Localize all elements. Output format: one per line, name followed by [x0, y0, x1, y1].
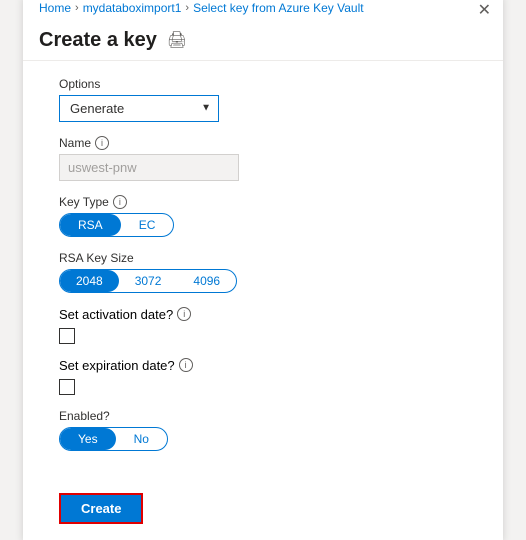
options-field: Options Generate Import Restore from Bac… [59, 77, 467, 122]
enabled-toggle-group: Yes No [59, 427, 168, 451]
key-type-rsa-button[interactable]: RSA [60, 214, 121, 236]
key-type-info-icon[interactable]: i [113, 195, 127, 209]
rsa-size-toggle-group: 2048 3072 4096 [59, 269, 237, 293]
rsa-size-3072-button[interactable]: 3072 [119, 270, 178, 292]
activation-label-row: Set activation date? i [59, 307, 467, 322]
header-row: Create a key 🖨 [23, 19, 503, 60]
enabled-no-button[interactable]: No [116, 428, 167, 450]
key-type-toggle-group: RSA EC [59, 213, 174, 237]
key-type-label: Key Type [59, 195, 109, 209]
rsa-size-4096-button[interactable]: 4096 [177, 270, 236, 292]
rsa-size-2048-button[interactable]: 2048 [60, 270, 119, 292]
activation-label: Set activation date? [59, 307, 173, 322]
expiration-info-icon[interactable]: i [179, 358, 193, 372]
footer: Create [23, 481, 503, 540]
breadcrumb-home[interactable]: Home [39, 1, 71, 15]
key-type-ec-button[interactable]: EC [121, 214, 174, 236]
breadcrumb-sep-1: › [75, 2, 79, 14]
expiration-date-field: Set expiration date? i [59, 358, 467, 395]
breadcrumb: Home › mydataboximport1 › Select key fro… [23, 0, 503, 19]
form-body: Options Generate Import Restore from Bac… [23, 77, 503, 481]
enabled-label: Enabled? [59, 409, 467, 423]
header-divider [23, 60, 503, 61]
options-select-wrapper: Generate Import Restore from Backup ▼ [59, 95, 219, 122]
print-icon[interactable]: 🖨 [167, 30, 187, 50]
page-title: Create a key [39, 29, 157, 52]
activation-checkbox[interactable] [59, 328, 75, 344]
create-button[interactable]: Create [59, 493, 143, 524]
name-label-row: Name i [59, 136, 467, 150]
name-field: Name i [59, 136, 467, 181]
enabled-yes-button[interactable]: Yes [60, 428, 116, 450]
name-info-icon[interactable]: i [95, 136, 109, 150]
key-type-label-row: Key Type i [59, 195, 467, 209]
activation-info-icon[interactable]: i [177, 307, 191, 321]
expiration-label-row: Set expiration date? i [59, 358, 467, 373]
breadcrumb-current: Select key from Azure Key Vault [193, 1, 364, 15]
rsa-key-size-label: RSA Key Size [59, 251, 467, 265]
name-input[interactable] [59, 154, 239, 181]
create-key-panel: Home › mydataboximport1 › Select key fro… [23, 0, 503, 540]
expiration-label: Set expiration date? [59, 358, 175, 373]
expiration-checkbox[interactable] [59, 379, 75, 395]
breadcrumb-resource[interactable]: mydataboximport1 [83, 1, 182, 15]
key-type-field: Key Type i RSA EC [59, 195, 467, 237]
enabled-field: Enabled? Yes No [59, 409, 467, 451]
rsa-key-size-field: RSA Key Size 2048 3072 4096 [59, 251, 467, 293]
name-label: Name [59, 136, 91, 150]
close-button[interactable]: ✕ [478, 3, 491, 19]
activation-date-field: Set activation date? i [59, 307, 467, 344]
breadcrumb-sep-2: › [185, 2, 189, 14]
options-select[interactable]: Generate Import Restore from Backup [59, 95, 219, 122]
options-label: Options [59, 77, 467, 91]
